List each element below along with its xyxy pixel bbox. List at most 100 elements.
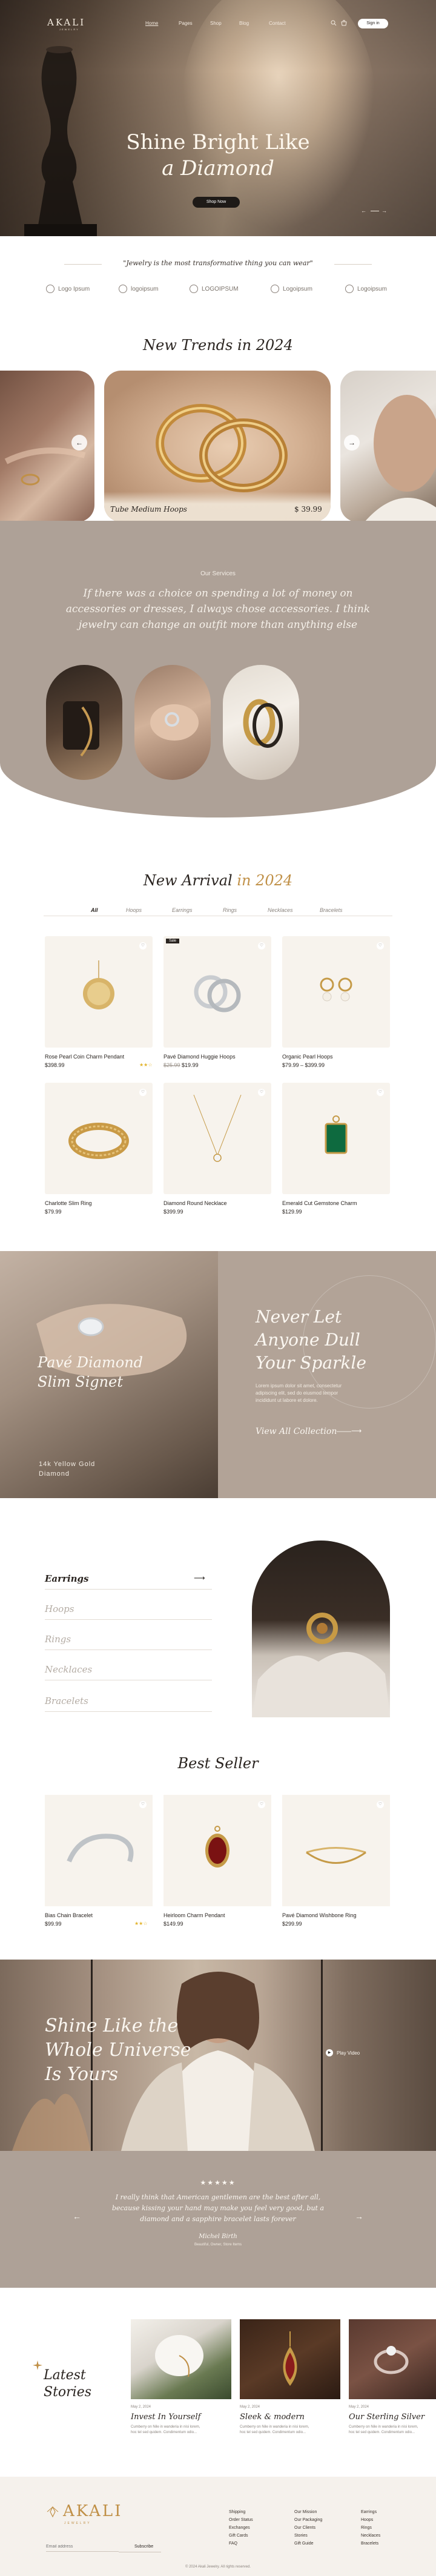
footer-logo[interactable]: AKALI — [63, 2502, 122, 2520]
nav-contact[interactable]: Contact — [269, 21, 286, 26]
product-name[interactable]: Rose Pearl Coin Charm Pendant — [45, 1054, 124, 1060]
footer-link[interactable]: Bracelets — [361, 2540, 380, 2548]
tab-hoops[interactable]: Hoops — [126, 907, 142, 913]
story-excerpt-line2: hoc tel sed quidem. Condimentum odio... — [349, 2431, 415, 2434]
category-hoops[interactable]: Hoops — [45, 1603, 74, 1614]
signin-button[interactable]: Sign in — [358, 19, 388, 28]
footer-link[interactable]: Stories — [294, 2532, 322, 2540]
category-rings[interactable]: Rings — [45, 1634, 71, 1645]
story-title[interactable]: Sleek & modern — [240, 2413, 305, 2422]
wishlist-heart-icon[interactable]: ♡ — [377, 1801, 384, 1808]
testimonial-next-arrow-icon[interactable]: → — [355, 2211, 363, 2221]
email-input[interactable] — [46, 2542, 119, 2552]
category-necklaces[interactable]: Necklaces — [45, 1664, 92, 1675]
tab-rings[interactable]: Rings — [223, 907, 237, 913]
nav-pages[interactable]: Pages — [179, 21, 193, 26]
product-price: $79.99 — [45, 1209, 62, 1215]
footer-link[interactable]: Our Mission — [294, 2508, 322, 2516]
trends-prev-button[interactable]: ← — [71, 435, 87, 451]
footer-link[interactable]: Rings — [361, 2524, 380, 2532]
story-image-3[interactable] — [349, 2319, 436, 2399]
story-title[interactable]: Our Sterling Silver — [349, 2413, 424, 2422]
bestseller-card[interactable]: ♡ — [282, 1795, 390, 1906]
product-card[interactable]: Sale ♡ — [164, 936, 271, 1048]
trends-title: New Trends in 2024 — [143, 337, 293, 354]
product-card[interactable]: ♡ — [282, 1083, 390, 1194]
logo-icon — [46, 285, 54, 293]
view-collection-link[interactable]: View All Collection — [256, 1427, 337, 1436]
category-arrow-icon[interactable]: ⟶ — [194, 1573, 205, 1583]
wishlist-heart-icon[interactable]: ♡ — [258, 942, 265, 949]
story-image-1[interactable] — [131, 2319, 231, 2399]
bestseller-card[interactable]: ♡ — [164, 1795, 271, 1906]
subscribe-button[interactable]: Subscribe — [134, 2545, 153, 2549]
tab-earrings[interactable]: Earrings — [172, 907, 193, 913]
product-name[interactable]: Organic Pearl Hoops — [282, 1054, 333, 1060]
category-bracelets[interactable]: Bracelets — [45, 1696, 88, 1706]
sparkle-icon — [33, 2360, 42, 2370]
wishlist-heart-icon[interactable]: ♡ — [377, 1089, 384, 1096]
story-title[interactable]: Invest In Yourself — [131, 2413, 200, 2422]
hero-next-arrow-icon[interactable]: → — [382, 208, 387, 214]
footer-link[interactable]: Order Status — [229, 2516, 253, 2524]
hero-shop-button[interactable]: Shop Now — [193, 197, 240, 208]
search-icon[interactable] — [331, 20, 337, 26]
story-date: May 2, 2024 — [349, 2405, 369, 2409]
product-price: $79.99 – $399.99 — [282, 1062, 325, 1068]
footer-link[interactable]: Necklaces — [361, 2532, 380, 2540]
product-name[interactable]: Pavé Diamond Huggie Hoops — [164, 1054, 236, 1060]
footer-link[interactable]: Earrings — [361, 2508, 380, 2516]
play-video-label[interactable]: Play Video — [337, 2050, 360, 2056]
footer-col-shop: Earrings Hoops Rings Necklaces Bracelets — [361, 2508, 380, 2548]
view-collection-arrow-icon[interactable]: ——⟶ — [337, 1427, 397, 1438]
partner-logo-1: Logo Ipsum — [46, 285, 90, 293]
wishlist-heart-icon[interactable]: ♡ — [139, 1089, 147, 1096]
product-name[interactable]: Heirloom Charm Pendant — [164, 1912, 225, 1918]
cart-icon[interactable] — [341, 20, 347, 26]
header-logo-sub: JEWELRY — [59, 28, 79, 31]
footer-link[interactable]: FAQ — [229, 2540, 253, 2548]
product-name[interactable]: Diamond Round Necklace — [164, 1200, 227, 1206]
hero-title-line2: a Diamond — [162, 156, 274, 180]
category-divider — [45, 1711, 212, 1712]
nav-shop[interactable]: Shop — [210, 21, 222, 26]
footer-link[interactable]: Our Clients — [294, 2524, 322, 2532]
footer-link[interactable]: Our Packaging — [294, 2516, 322, 2524]
footer-logo-sub: JEWELRY — [64, 2522, 91, 2525]
trend-card-featured[interactable]: Tube Medium Hoops $ 39.99 — [104, 371, 331, 522]
trends-next-button[interactable]: → — [344, 435, 360, 451]
nav-blog[interactable]: Blog — [239, 21, 249, 26]
tab-necklaces[interactable]: Necklaces — [268, 907, 293, 913]
testimonial-prev-arrow-icon[interactable]: ← — [73, 2211, 81, 2221]
nav-home[interactable]: Home — [145, 21, 158, 26]
header-logo[interactable]: AKALI — [47, 17, 85, 28]
tab-all[interactable]: All — [91, 907, 98, 913]
footer-link[interactable]: Shipping — [229, 2508, 253, 2516]
wishlist-heart-icon[interactable]: ♡ — [139, 1801, 147, 1808]
category-earrings[interactable]: Earrings — [45, 1573, 89, 1584]
product-card[interactable]: ♡ — [164, 1083, 271, 1194]
product-name[interactable]: Emerald Cut Gemstone Charm — [282, 1200, 357, 1206]
product-price: $129.99 — [282, 1209, 302, 1215]
logo-icon — [345, 285, 354, 293]
product-card[interactable]: ♡ — [45, 1083, 153, 1194]
product-card[interactable]: ♡ — [45, 936, 153, 1048]
footer-link[interactable]: Gift Cards — [229, 2532, 253, 2540]
footer-link[interactable]: Hoops — [361, 2516, 380, 2524]
wishlist-heart-icon[interactable]: ♡ — [139, 942, 147, 949]
footer-link[interactable]: Gift Guide — [294, 2540, 322, 2548]
footer-link[interactable]: Exchanges — [229, 2524, 253, 2532]
wishlist-heart-icon[interactable]: ♡ — [258, 1089, 265, 1096]
product-name[interactable]: Charlotte Slim Ring — [45, 1200, 92, 1206]
product-name[interactable]: Pavé Diamond Wishbone Ring — [282, 1912, 357, 1918]
product-name[interactable]: Bias Chain Bracelet — [45, 1912, 93, 1918]
universe-title-line2: Whole Universe — [45, 2039, 191, 2061]
wishlist-heart-icon[interactable]: ♡ — [258, 1801, 265, 1808]
story-image-2[interactable] — [240, 2319, 340, 2399]
bestseller-card[interactable]: ♡ — [45, 1795, 153, 1906]
wishlist-heart-icon[interactable]: ♡ — [377, 942, 384, 949]
hero-prev-arrow-icon[interactable]: ← — [361, 208, 366, 214]
tab-bracelets[interactable]: Bracelets — [320, 907, 343, 913]
play-icon[interactable]: ▶ — [326, 2049, 333, 2056]
product-card[interactable]: ♡ — [282, 936, 390, 1048]
